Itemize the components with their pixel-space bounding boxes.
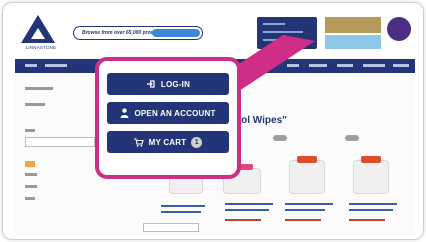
- nav-item[interactable]: [393, 64, 409, 67]
- my-cart-button[interactable]: MY CART 1: [107, 131, 229, 153]
- account-menu-line: [263, 39, 293, 41]
- filter-tag[interactable]: [25, 161, 35, 167]
- account-popup: LOG-IN OPEN AN ACCOUNT MY CART 1: [95, 57, 241, 179]
- site-header: LINNASTONE Browse from over 65,000 produ…: [15, 11, 415, 57]
- cart-count-badge: 1: [191, 136, 203, 148]
- device-frame: LINNASTONE Browse from over 65,000 produ…: [2, 2, 424, 240]
- sidebar-text: [25, 197, 35, 200]
- product-lid: [297, 156, 317, 163]
- product-card[interactable]: [285, 156, 329, 198]
- nav-item[interactable]: [45, 64, 67, 67]
- product-caption: [225, 203, 273, 205]
- logo-text: LINNASTONE: [25, 45, 57, 50]
- search-bar[interactable]: Browse from over 65,000 products: [73, 26, 203, 40]
- nav-item[interactable]: [337, 64, 353, 67]
- my-cart-label: MY CART: [148, 137, 187, 147]
- sidebar-text: [25, 173, 37, 176]
- nav-item[interactable]: [309, 64, 327, 67]
- nav-item[interactable]: [287, 64, 299, 67]
- open-account-label: OPEN AN ACCOUNT: [134, 108, 216, 118]
- product-card[interactable]: [349, 156, 393, 198]
- nav-item[interactable]: [363, 64, 385, 67]
- page-title: hol Wipes": [235, 115, 287, 126]
- open-account-button[interactable]: OPEN AN ACCOUNT: [107, 102, 229, 124]
- filter-input[interactable]: [25, 137, 95, 147]
- product-price: [225, 219, 261, 221]
- logo-icon-inner: [31, 28, 45, 39]
- promo-banner[interactable]: [325, 17, 381, 33]
- promo-banner[interactable]: [325, 35, 381, 49]
- sidebar-text: [25, 129, 35, 132]
- account-menu-line: [263, 31, 303, 33]
- sort-select[interactable]: [143, 223, 199, 232]
- product-caption: [225, 209, 269, 211]
- award-badge: [387, 17, 411, 41]
- product-caption: [285, 209, 325, 211]
- nav-item[interactable]: [265, 64, 275, 67]
- product-price: [349, 219, 385, 221]
- account-menu-box[interactable]: [257, 17, 317, 49]
- product-caption: [349, 209, 393, 211]
- sidebar-text: [25, 185, 37, 188]
- product-caption: [161, 205, 205, 207]
- user-icon: [120, 108, 129, 118]
- nav-item[interactable]: [25, 64, 37, 67]
- toggle-button[interactable]: [273, 135, 287, 141]
- product-image: [353, 160, 389, 194]
- account-menu-line: [263, 23, 285, 25]
- search-button[interactable]: [152, 29, 200, 37]
- product-caption: [349, 203, 397, 205]
- sidebar-text: [25, 87, 53, 90]
- toggle-button[interactable]: [345, 135, 359, 141]
- login-button[interactable]: LOG-IN: [107, 73, 229, 95]
- product-image: [289, 160, 325, 194]
- product-lid: [361, 156, 381, 163]
- login-icon: [146, 79, 156, 89]
- cart-icon: [133, 137, 144, 147]
- product-caption: [285, 203, 333, 205]
- sidebar-text: [25, 103, 45, 106]
- login-label: LOG-IN: [160, 79, 191, 89]
- product-price: [285, 219, 321, 221]
- product-caption: [161, 211, 201, 213]
